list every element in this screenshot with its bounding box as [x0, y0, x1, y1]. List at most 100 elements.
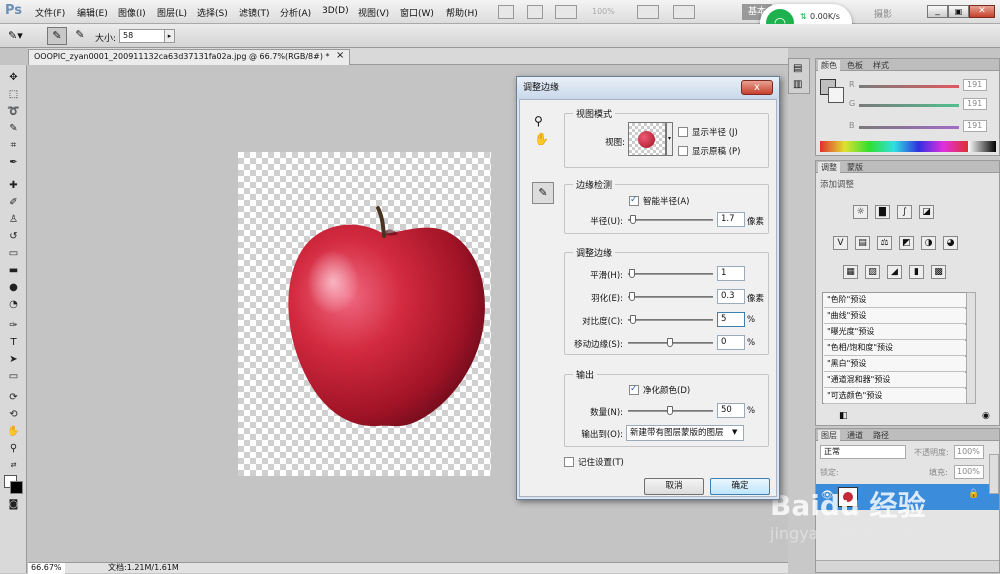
- threshold-icon[interactable]: ◢: [887, 265, 902, 279]
- contrast-slider-thumb[interactable]: [630, 315, 636, 324]
- shift-edge-slider-thumb[interactable]: [667, 338, 673, 347]
- color-spectrum-bar[interactable]: [820, 141, 968, 152]
- zoom-tool-icon[interactable]: ⚲: [5, 442, 22, 455]
- radius-slider-thumb[interactable]: [630, 215, 636, 224]
- swap-colors-icon[interactable]: ⇄: [5, 459, 22, 472]
- preset-exposure[interactable]: "曝光度"预设: [824, 325, 966, 340]
- size-dropdown-icon[interactable]: ▸: [164, 29, 175, 43]
- bridge-icon[interactable]: [498, 5, 514, 19]
- menu-3d[interactable]: 3D(D): [322, 6, 349, 16]
- eyedropper-tool-icon[interactable]: ✒: [5, 156, 22, 169]
- menu-analysis[interactable]: 分析(A): [280, 6, 311, 19]
- hue-saturation-icon[interactable]: ▤: [855, 236, 870, 250]
- crop-tool-icon[interactable]: ⌗: [5, 139, 22, 152]
- channel-r-slider[interactable]: [859, 85, 959, 88]
- tab-color[interactable]: 颜色: [818, 60, 840, 71]
- arrange-icon[interactable]: [637, 5, 659, 19]
- tab-adjustments[interactable]: 调整: [818, 162, 840, 173]
- healing-tool-icon[interactable]: ✚: [5, 179, 22, 192]
- grayscale-bar[interactable]: [968, 141, 996, 152]
- contrast-input[interactable]: 5: [717, 312, 745, 327]
- layers-scrollbar[interactable]: [989, 454, 999, 494]
- extras-icon[interactable]: [555, 5, 577, 19]
- panel-mode-icon[interactable]: ◧: [839, 411, 848, 421]
- actions-panel-icon[interactable]: ▥: [793, 79, 802, 90]
- quick-select-tool-icon[interactable]: ✎: [5, 122, 22, 135]
- tab-layers[interactable]: 图层: [818, 430, 840, 441]
- posterize-icon[interactable]: ▨: [865, 265, 880, 279]
- decontaminate-checkbox[interactable]: [629, 384, 639, 395]
- channel-g-value[interactable]: 191: [963, 98, 987, 110]
- dialog-close-button[interactable]: x: [741, 80, 773, 95]
- radius-slider-track[interactable]: [628, 219, 713, 221]
- menu-edit[interactable]: 编辑(E): [77, 6, 108, 19]
- menu-help[interactable]: 帮助(H): [446, 6, 478, 19]
- pen-tool-icon[interactable]: ✑: [5, 319, 22, 332]
- fill-input[interactable]: 100%: [954, 465, 984, 479]
- dodge-tool-icon[interactable]: ◔: [5, 298, 22, 311]
- gradient-map-icon[interactable]: ▮: [909, 265, 924, 279]
- dialog-titlebar[interactable]: 调整边缘 x: [517, 77, 779, 99]
- menu-image[interactable]: 图像(I): [118, 6, 146, 19]
- preset-black-white[interactable]: "黑白"预设: [824, 357, 966, 372]
- lasso-tool-icon[interactable]: ➰: [5, 105, 22, 118]
- history-panel-icon[interactable]: ▤: [793, 63, 802, 74]
- zoom-icon[interactable]: ⚲: [534, 114, 543, 128]
- document-canvas[interactable]: [238, 152, 491, 476]
- preset-levels[interactable]: "色阶"预设: [824, 293, 966, 308]
- preset-curves[interactable]: "曲线"预设: [824, 309, 966, 324]
- close-tab-icon[interactable]: ×: [336, 50, 344, 61]
- close-app-icon[interactable]: ✕: [969, 5, 995, 18]
- brush-size-input[interactable]: 58: [119, 29, 167, 43]
- amount-input[interactable]: 50: [717, 403, 745, 418]
- 3d-orbit-tool-icon[interactable]: ⟲: [5, 408, 22, 421]
- show-radius-checkbox[interactable]: [678, 127, 688, 137]
- stamp-tool-icon[interactable]: ♙: [5, 213, 22, 226]
- feather-slider-thumb[interactable]: [629, 292, 635, 301]
- amount-slider-thumb[interactable]: [667, 406, 673, 415]
- panel-clip-icon[interactable]: ◉: [982, 411, 990, 421]
- brightness-contrast-icon[interactable]: ☼: [853, 205, 868, 219]
- feather-slider-track[interactable]: [628, 296, 713, 298]
- tab-channels[interactable]: 通道: [844, 430, 866, 441]
- menu-view[interactable]: 视图(V): [358, 6, 389, 19]
- 3d-rotate-tool-icon[interactable]: ⟳: [5, 391, 22, 404]
- menu-filter[interactable]: 滤镜(T): [239, 6, 270, 19]
- channel-r-value[interactable]: 191: [963, 79, 987, 91]
- hand-tool-icon[interactable]: ✋: [5, 425, 22, 438]
- channel-g-slider[interactable]: [859, 104, 959, 107]
- menu-file[interactable]: 文件(F): [35, 6, 65, 19]
- minimize-icon[interactable]: _: [927, 5, 948, 18]
- tab-masks[interactable]: 蒙版: [844, 162, 866, 173]
- view-mode-dropdown-icon[interactable]: ▾: [666, 122, 673, 156]
- preset-selective-color[interactable]: "可选颜色"预设: [824, 389, 966, 404]
- background-color-box[interactable]: [828, 87, 844, 103]
- gradient-tool-icon[interactable]: ▬: [5, 264, 22, 277]
- marquee-tool-icon[interactable]: ⬚: [5, 88, 22, 101]
- smooth-slider-track[interactable]: [628, 273, 713, 275]
- channel-b-value[interactable]: 191: [963, 120, 987, 132]
- presets-scrollbar[interactable]: [966, 292, 976, 404]
- menu-select[interactable]: 选择(S): [197, 6, 228, 19]
- move-tool-icon[interactable]: ✥: [5, 71, 22, 84]
- contrast-slider-track[interactable]: [628, 319, 713, 321]
- menu-layer[interactable]: 图层(L): [157, 6, 187, 19]
- preset-channel-mixer[interactable]: "通道混和器"预设: [824, 373, 966, 388]
- tab-paths[interactable]: 路径: [870, 430, 892, 441]
- hand-icon[interactable]: ✋: [534, 132, 549, 146]
- output-to-select[interactable]: 新建带有图层蒙版的图层: [626, 425, 744, 441]
- opacity-input[interactable]: 100%: [954, 445, 984, 459]
- mini-bridge-icon[interactable]: [527, 5, 543, 19]
- invert-icon[interactable]: ▦: [843, 265, 858, 279]
- show-original-checkbox[interactable]: [678, 146, 688, 156]
- blend-mode-select[interactable]: 正常: [820, 445, 906, 459]
- refine-radius-tool-icon[interactable]: ✎: [532, 182, 554, 204]
- ok-button[interactable]: 确定: [710, 478, 770, 495]
- brush-tool-icon[interactable]: ✐: [5, 196, 22, 209]
- tab-styles[interactable]: 样式: [870, 60, 892, 71]
- smooth-slider-thumb[interactable]: [629, 269, 635, 278]
- smooth-input[interactable]: 1: [717, 266, 745, 281]
- quick-mask-icon[interactable]: ◙: [5, 498, 22, 511]
- restore-icon[interactable]: ▣: [948, 5, 969, 18]
- quick-select-add-icon[interactable]: ✎: [70, 27, 90, 45]
